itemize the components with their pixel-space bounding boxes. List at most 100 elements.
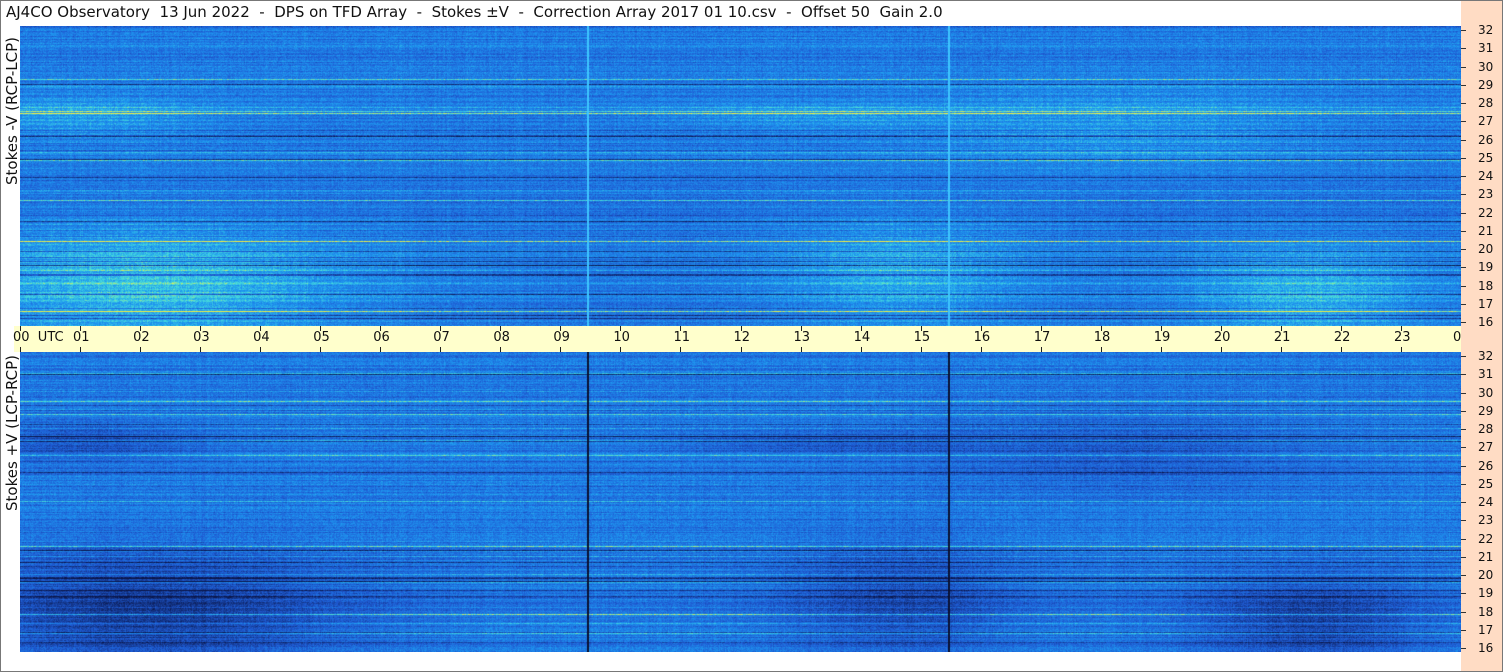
frequency-tick-label: 28 (1478, 96, 1494, 110)
utc-tick-label: 13 (793, 330, 811, 345)
frequency-tick-mark (1461, 212, 1466, 214)
frequency-tick-mark (1461, 267, 1466, 269)
spectrogram-top-panel[interactable] (20, 26, 1461, 326)
frequency-tick-mark (1461, 593, 1466, 595)
frequency-tick-mark (1461, 356, 1466, 357)
frequency-tick-label: 19 (1478, 586, 1494, 601)
frequency-tick-label: 24 (1478, 169, 1494, 183)
frequency-tick-label: 26 (1478, 132, 1494, 147)
utc-tick-mark (680, 326, 682, 331)
utc-tick-label: 02 (133, 330, 150, 345)
utc-tick-mark (560, 347, 562, 352)
frequency-tick-label: 32 (1478, 349, 1494, 363)
utc-tick-mark (1100, 326, 1102, 331)
utc-tick-label: 09 (553, 330, 570, 345)
utc-tick-mark (20, 326, 21, 331)
frequency-tick-label: 26 (1478, 458, 1494, 473)
spectrogram-bottom-canvas (20, 352, 1461, 652)
utc-tick-mark (1040, 347, 1042, 352)
frequency-tick-mark (1461, 629, 1466, 631)
frequency-tick-label: 24 (1478, 495, 1494, 509)
frequency-tick-label: 29 (1478, 77, 1494, 92)
frequency-tick-label: 30 (1478, 385, 1494, 400)
spectrogram-bottom-panel[interactable] (20, 352, 1461, 652)
frequency-tick-label: 29 (1478, 403, 1494, 418)
frequency-tick-mark (1461, 157, 1466, 159)
utc-tick-label: 07 (433, 330, 450, 345)
frequency-tick-label: 23 (1478, 187, 1494, 202)
frequency-tick-mark (1461, 575, 1466, 576)
utc-tick-mark (800, 347, 802, 352)
utc-tick-mark (140, 326, 142, 331)
utc-tick-mark (620, 326, 622, 331)
frequency-tick-label: 32 (1478, 23, 1494, 37)
frequency-tick-label: 21 (1478, 549, 1494, 564)
frequency-tick-label: 28 (1478, 422, 1494, 436)
utc-tick-mark (380, 347, 382, 352)
utc-tick-mark (800, 326, 802, 331)
frequency-tick-mark (1461, 483, 1466, 485)
frequency-tick-mark (1461, 556, 1466, 558)
utc-tick-mark (1400, 347, 1402, 352)
frequency-tick-mark (1461, 410, 1466, 412)
utc-tick-label: 15 (913, 330, 931, 345)
frequency-tick-mark (1461, 429, 1466, 430)
bottom-panel-ylabel: Stokes +V (LCP-RCP) (0, 352, 21, 652)
utc-tick-mark (860, 326, 862, 331)
utc-tick-mark (980, 347, 982, 352)
frequency-tick-mark (1461, 392, 1466, 394)
utc-tick-mark (260, 326, 262, 331)
utc-tick-mark (1160, 347, 1162, 352)
frequency-tick-mark (1461, 538, 1466, 540)
frequency-tick-label: 17 (1478, 296, 1494, 311)
utc-tick-label: 11 (673, 330, 690, 345)
frequency-tick-mark (1461, 502, 1466, 503)
frequency-tick-mark (1461, 520, 1466, 522)
frequency-tick-label: 16 (1478, 315, 1494, 329)
utc-tick-label: 14 (853, 330, 871, 345)
frequency-tick-mark (1461, 303, 1466, 305)
frequency-tick-mark (1461, 285, 1466, 287)
frequency-tick-mark (1461, 249, 1466, 250)
frequency-tick-label: 19 (1478, 260, 1494, 275)
frequency-tick-label: 23 (1478, 513, 1494, 528)
utc-tick-label: 18 (1093, 330, 1111, 345)
frequency-tick-mark (1461, 230, 1466, 232)
frequency-tick-label: 22 (1478, 205, 1494, 220)
frequency-tick-mark (1461, 194, 1466, 196)
frequency-tick-label: 31 (1478, 367, 1494, 382)
frequency-tick-mark (1461, 139, 1466, 141)
utc-tick-label: 17 (1033, 330, 1051, 345)
utc-tick-label: 01 (73, 330, 90, 345)
utc-tick-mark (1280, 326, 1282, 331)
utc-tick-mark (680, 347, 682, 352)
utc-tick-mark (860, 347, 862, 352)
utc-tick-label: 05 (313, 330, 330, 345)
utc-tick-mark (320, 347, 322, 352)
frequency-tick-label: 18 (1478, 604, 1494, 619)
frequency-tick-mark (1461, 103, 1466, 104)
utc-tick-mark (260, 347, 262, 352)
frequency-tick-label: 18 (1478, 278, 1494, 293)
frequency-tick-mark (1461, 176, 1466, 177)
frequency-tick-mark (1461, 30, 1466, 31)
frequency-tick-mark (1461, 66, 1466, 68)
top-panel-ylabel-text: Stokes -V (RCP-LCP) (3, 37, 21, 185)
utc-tick-mark (380, 326, 382, 331)
spectrogram-top-canvas (20, 26, 1461, 326)
frequency-tick-label: 22 (1478, 531, 1494, 546)
utc-tick-label: 22 (1333, 330, 1351, 345)
utc-tick-mark (980, 326, 982, 331)
frequency-tick-mark (1461, 447, 1466, 449)
utc-tick-label: 06 (373, 330, 390, 345)
utc-tick-mark (1220, 326, 1222, 331)
utc-tick-label: 21 (1273, 330, 1291, 345)
utc-tick-mark (1040, 326, 1042, 331)
frequency-tick-label: 25 (1478, 150, 1494, 165)
frequency-tick-label: 21 (1478, 223, 1494, 238)
frequency-tick-label: 27 (1478, 114, 1494, 129)
frequency-tick-label: 20 (1478, 568, 1494, 582)
frequency-tick-label: 27 (1478, 440, 1494, 455)
chart-title: AJ4CO Observatory 13 Jun 2022 - DPS on T… (6, 3, 943, 21)
frequency-tick-mark (1461, 121, 1466, 123)
